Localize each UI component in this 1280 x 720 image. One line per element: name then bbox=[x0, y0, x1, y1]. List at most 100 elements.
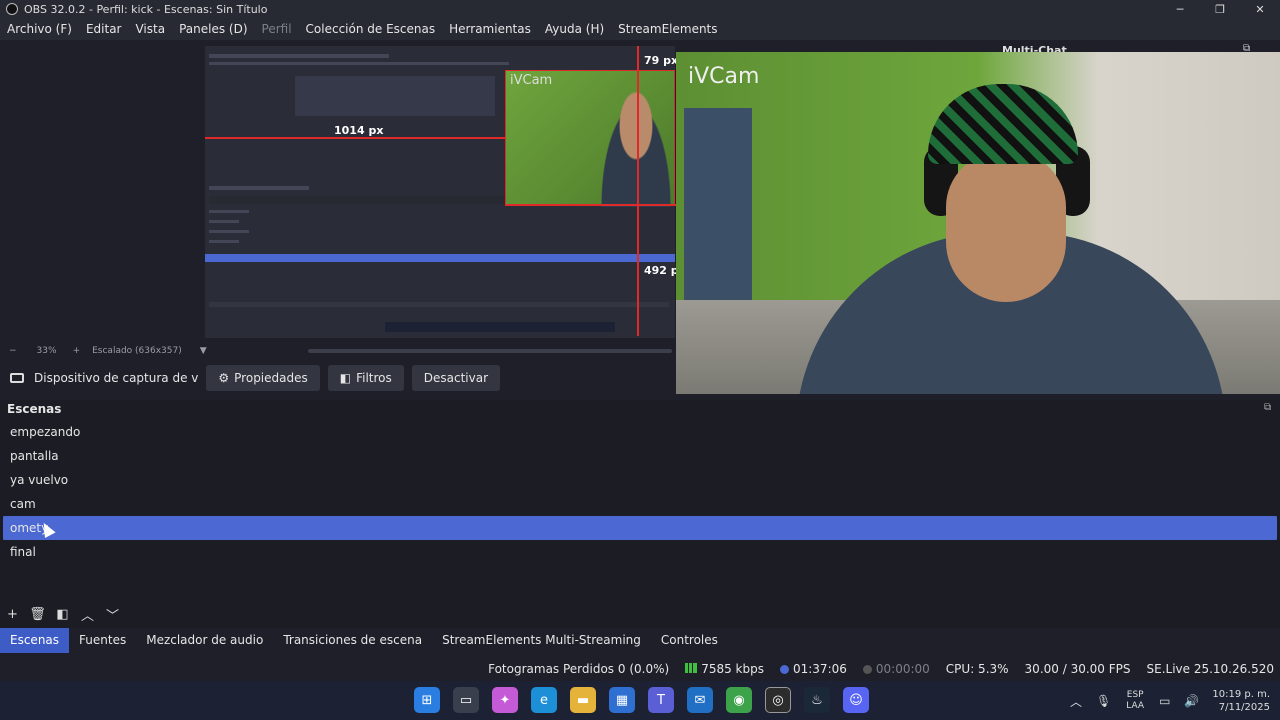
add-scene-icon[interactable]: + bbox=[0, 607, 25, 622]
chevron-up-icon[interactable]: ︿ bbox=[1070, 693, 1082, 710]
remove-scene-icon[interactable]: 🗑 bbox=[25, 607, 50, 622]
mail-icon[interactable]: ✉ bbox=[687, 687, 713, 713]
source-toolbar: Dispositivo de captura de v ⚙ Propiedade… bbox=[0, 365, 676, 391]
menu-vista[interactable]: Vista bbox=[135, 22, 165, 36]
tab-streamelements-multistreaming[interactable]: StreamElements Multi-Streaming bbox=[432, 628, 651, 653]
tab-mezclador-audio[interactable]: Mezclador de audio bbox=[136, 628, 273, 653]
record-time: 00:00:00 bbox=[875, 662, 930, 676]
measure-top-label: 79 px bbox=[644, 54, 679, 67]
bitrate-value: 7585 kbps bbox=[701, 662, 764, 676]
small-cam-label: iVCam bbox=[510, 73, 553, 88]
menu-editar[interactable]: Editar bbox=[86, 22, 122, 36]
filters-button[interactable]: ◧ Filtros bbox=[327, 365, 404, 391]
menu-streamelements[interactable]: StreamElements bbox=[618, 22, 717, 36]
explorer-icon[interactable]: ▬ bbox=[570, 687, 596, 713]
scene-item[interactable]: final bbox=[0, 540, 1280, 564]
dock-tabs: Escenas Fuentes Mezclador de audio Trans… bbox=[0, 628, 1280, 653]
zoom-out-button[interactable]: − bbox=[9, 346, 17, 356]
menu-herramientas[interactable]: Herramientas bbox=[449, 22, 531, 36]
clock[interactable]: 10:19 p. m. 7/11/2025 bbox=[1212, 688, 1270, 714]
move-up-icon[interactable]: ︿ bbox=[75, 605, 100, 624]
scene-item[interactable]: empezando bbox=[0, 420, 1280, 444]
status-bar: Fotogramas Perdidos 0 (0.0%) 7585 kbps 0… bbox=[0, 657, 1280, 681]
tab-controles[interactable]: Controles bbox=[651, 628, 728, 653]
zoom-in-button[interactable]: + bbox=[73, 346, 81, 356]
bitrate-status: 7585 kbps bbox=[685, 662, 764, 676]
large-webcam-overlay: iVCam bbox=[676, 52, 1280, 394]
zoom-bar: − 33% + Escalado (636x357) ▼ bbox=[0, 343, 676, 359]
gear-icon: ⚙ bbox=[218, 371, 230, 385]
filter-icon: ◧ bbox=[339, 371, 352, 385]
selected-source-label: Dispositivo de captura de v bbox=[34, 371, 199, 385]
system-tray: ︿ 🎙 ESP LAA ▭ 🔊 10:19 p. m. 7/11/2025 bbox=[1063, 684, 1276, 718]
cpu-usage: CPU: 5.3% bbox=[945, 662, 1009, 676]
scene-list: empezando pantalla ya vuelvo cam omety f… bbox=[0, 420, 1280, 564]
tab-escenas[interactable]: Escenas bbox=[0, 628, 70, 653]
stream-indicator-icon bbox=[779, 665, 789, 674]
stream-time: 01:37:06 bbox=[792, 662, 847, 676]
menu-perfil: Perfil bbox=[261, 22, 292, 36]
deactivate-label: Desactivar bbox=[423, 371, 489, 385]
scene-item[interactable]: ya vuelvo bbox=[0, 468, 1280, 492]
discord-icon[interactable]: ☺ bbox=[843, 687, 869, 713]
maximize-button[interactable]: ❐ bbox=[1200, 0, 1240, 18]
filters-label: Filtros bbox=[356, 371, 392, 385]
volume-icon[interactable]: 🔊 bbox=[1184, 694, 1199, 708]
record-time-status: 00:00:00 bbox=[862, 662, 930, 676]
dock-float-icon[interactable]: ⧉ bbox=[1264, 402, 1271, 413]
microphone-icon[interactable]: 🎙 bbox=[1096, 694, 1111, 708]
properties-button[interactable]: ⚙ Propiedades bbox=[206, 365, 320, 391]
camera-icon bbox=[10, 373, 24, 383]
scene-toolbar: + 🗑 ◧ ︿ ﹀ bbox=[0, 604, 125, 624]
window-title: OBS 32.0.2 - Perfil: kick - Escenas: Sin… bbox=[24, 2, 268, 16]
menu-archivo[interactable]: Archivo (F) bbox=[7, 22, 72, 36]
menu-ayuda[interactable]: Ayuda (H) bbox=[545, 22, 604, 36]
record-indicator-icon bbox=[862, 665, 872, 674]
move-down-icon[interactable]: ﹀ bbox=[100, 605, 125, 624]
clock-date: 7/11/2025 bbox=[1218, 702, 1270, 713]
edge-icon[interactable]: e bbox=[531, 687, 557, 713]
scene-item-selected[interactable]: omety bbox=[3, 516, 1277, 540]
scale-label: Escalado (636x357) bbox=[92, 346, 182, 356]
tab-transiciones[interactable]: Transiciones de escena bbox=[273, 628, 432, 653]
stream-time-status: 01:37:06 bbox=[779, 662, 847, 676]
network-icon[interactable]: ▭ bbox=[1159, 694, 1170, 708]
measure-left-label: 1014 px bbox=[334, 124, 384, 137]
tab-fuentes[interactable]: Fuentes bbox=[69, 628, 136, 653]
obs-icon[interactable]: ◎ bbox=[765, 687, 791, 713]
signal-bars-icon bbox=[685, 663, 698, 673]
guide-line-vertical bbox=[637, 46, 639, 336]
title-bar: OBS 32.0.2 - Perfil: kick - Escenas: Sin… bbox=[0, 0, 1280, 18]
copilot-icon[interactable]: ✦ bbox=[492, 687, 518, 713]
chrome-icon[interactable]: ◉ bbox=[726, 687, 752, 713]
task-view-icon[interactable]: ▭ bbox=[453, 687, 479, 713]
se-live-version: SE.Live 25.10.26.520 bbox=[1146, 662, 1275, 676]
large-cam-label: iVCam bbox=[688, 64, 760, 89]
scale-dropdown-icon[interactable]: ▼ bbox=[200, 346, 207, 356]
menu-bar: Archivo (F) Editar Vista Paneles (D) Per… bbox=[0, 18, 1280, 40]
menu-coleccion-escenas[interactable]: Colección de Escenas bbox=[306, 22, 436, 36]
fps-value: 30.00 / 30.00 FPS bbox=[1024, 662, 1131, 676]
close-button[interactable]: ✕ bbox=[1240, 0, 1280, 18]
windows-icon[interactable]: ⊞ bbox=[414, 687, 440, 713]
properties-label: Propiedades bbox=[234, 371, 308, 385]
scene-item[interactable]: cam bbox=[0, 492, 1280, 516]
dropped-frames: Fotogramas Perdidos 0 (0.0%) bbox=[488, 662, 670, 676]
teams-icon[interactable]: T bbox=[648, 687, 674, 713]
lang-bottom: LAA bbox=[1126, 701, 1145, 711]
preview-scrollbar[interactable] bbox=[308, 349, 672, 353]
minimize-button[interactable]: ─ bbox=[1160, 0, 1200, 18]
language-indicator[interactable]: ESP LAA bbox=[1126, 690, 1144, 712]
deactivate-button[interactable]: Desactivar bbox=[411, 365, 501, 391]
scene-item[interactable]: pantalla bbox=[0, 444, 1280, 468]
scene-filters-icon[interactable]: ◧ bbox=[50, 607, 75, 622]
menu-paneles[interactable]: Paneles (D) bbox=[179, 22, 247, 36]
clock-time: 10:19 p. m. bbox=[1212, 689, 1270, 700]
zoom-value: 33% bbox=[36, 346, 57, 356]
lang-top: ESP bbox=[1126, 690, 1144, 700]
guide-line-bottom bbox=[505, 204, 677, 206]
store-icon[interactable]: ▦ bbox=[609, 687, 635, 713]
guide-line-horizontal bbox=[205, 137, 505, 139]
scenes-dock-title: Escenas bbox=[7, 402, 62, 416]
steam-icon[interactable]: ♨ bbox=[804, 687, 830, 713]
